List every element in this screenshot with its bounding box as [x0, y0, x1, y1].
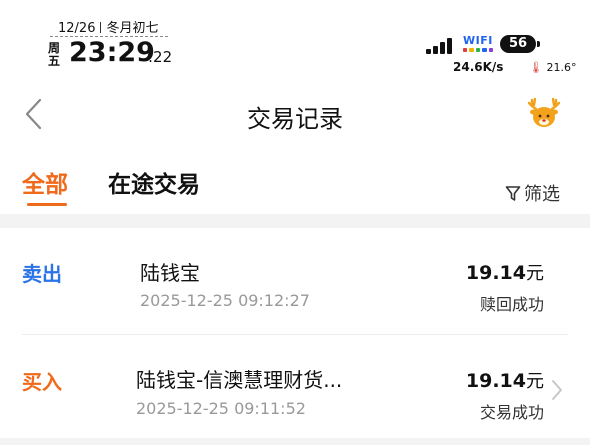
status-seconds: :22: [148, 48, 173, 66]
transaction-name: 陆钱宝: [140, 261, 200, 285]
filter-label: 筛选: [524, 184, 560, 205]
transaction-amount-value: 19.14: [465, 370, 526, 392]
transaction-amount-unit: 元: [526, 263, 544, 284]
tab-all[interactable]: 全部: [22, 165, 68, 199]
status-weekday: 周五: [48, 41, 61, 68]
transaction-status: 交易成功: [479, 403, 544, 422]
transaction-time: 2025-12-25 09:11:52: [136, 399, 306, 418]
transaction-time: 2025-12-25 09:12:27: [140, 291, 310, 310]
wifi-label: WIFI: [463, 34, 493, 47]
temperature-value: 21.6°: [546, 61, 577, 74]
bottom-divider: [0, 438, 590, 445]
deer-mascot-icon[interactable]: [526, 96, 562, 132]
transaction-amount-unit: 元: [526, 371, 544, 392]
section-divider: [0, 214, 590, 228]
filter-button[interactable]: 筛选: [505, 180, 560, 206]
status-bar: 12/26 冬月初七 周五 23:29 :22 WIFI 56 24.6K/s 🌡…: [0, 0, 590, 80]
transaction-row-sell[interactable]: 卖出 陆钱宝 2025-12-25 09:12:27 19.14元 赎回成功: [0, 228, 590, 335]
transaction-amount-value: 19.14: [465, 262, 526, 284]
battery-level: 56: [500, 35, 536, 53]
transaction-amount: 19.14元: [466, 259, 544, 285]
transaction-type: 卖出: [22, 262, 62, 286]
transaction-row-buy[interactable]: 买入 陆钱宝-信澳慧理财货... 2025-12-25 09:11:52 19.…: [0, 335, 590, 441]
status-date-text: 12/26: [58, 21, 96, 36]
wifi-icon: WIFI: [463, 34, 494, 52]
transaction-amount: 19.14元: [466, 367, 544, 393]
signal-strength-icon: [426, 38, 452, 54]
transaction-name: 陆钱宝-信澳慧理财货...: [136, 368, 343, 392]
transaction-status: 赎回成功: [479, 295, 544, 314]
active-tab-indicator: [27, 203, 67, 206]
navigation-bar: 交易记录: [0, 88, 590, 140]
tab-in-transit[interactable]: 在途交易: [108, 165, 200, 199]
status-lunar-date: 冬月初七: [106, 21, 159, 36]
status-date: 12/26 冬月初七: [58, 17, 158, 36]
network-speed: 24.6K/s: [453, 60, 504, 74]
temperature: 🌡 21.6°: [529, 61, 576, 74]
status-clock: 23:29: [69, 37, 155, 68]
funnel-icon: [505, 185, 521, 201]
page-title: 交易记录: [247, 105, 343, 133]
tab-bar: 全部 在途交易 筛选: [0, 165, 590, 210]
battery-tip: [537, 41, 540, 47]
transaction-type: 买入: [22, 370, 62, 394]
chevron-right-icon: [552, 380, 562, 400]
thermometer-icon: 🌡: [529, 61, 543, 74]
